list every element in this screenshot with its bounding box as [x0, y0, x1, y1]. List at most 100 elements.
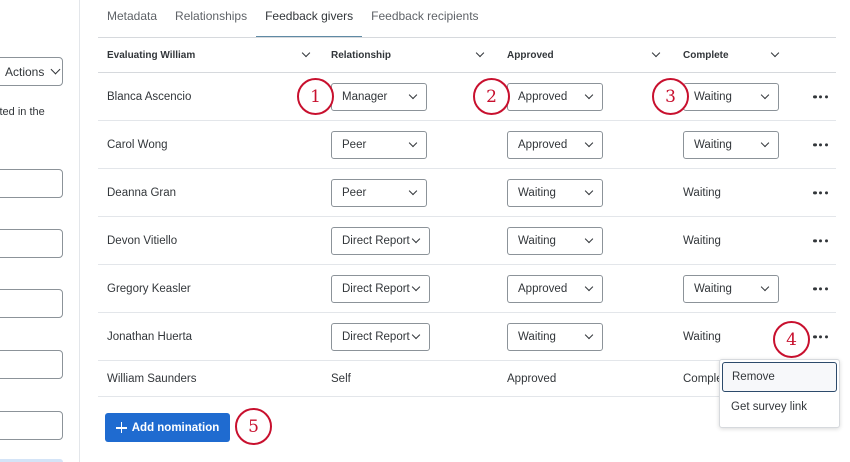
approved-value: Approved	[518, 138, 568, 151]
callout-marker: 4	[773, 321, 810, 358]
complete-value: Waiting	[694, 282, 732, 295]
evaluator-name-value: Deanna Gran	[107, 186, 177, 199]
column-header-evaluator[interactable]: Evaluating William	[107, 48, 311, 61]
chevron-down-icon	[475, 48, 485, 58]
approved-select[interactable]: Waiting	[507, 226, 603, 255]
tab-relationships[interactable]: Relationships	[166, 0, 256, 37]
complete-cell: Waiting	[683, 73, 779, 120]
evaluator-name-value: Carol Wong	[107, 138, 168, 151]
approved-value: Approved	[518, 282, 568, 295]
relationship-select[interactable]: Peer	[331, 178, 427, 207]
relationship-value: Self	[331, 372, 351, 385]
more-options-icon[interactable]	[809, 139, 832, 150]
approved-cell: Approved	[507, 73, 603, 120]
menu-item-get-survey-link[interactable]: Get survey link	[722, 392, 837, 422]
left-input-field[interactable]	[0, 169, 63, 198]
left-panel-text: cted in the	[0, 106, 45, 118]
complete-select[interactable]: Waiting	[683, 82, 779, 111]
complete-value: Waiting	[694, 90, 732, 103]
chevron-down-icon	[411, 234, 421, 243]
approved-value: Approved	[507, 372, 557, 385]
add-nomination-label: Add nomination	[131, 421, 220, 434]
chevron-down-icon	[411, 330, 421, 339]
left-input-field[interactable]	[0, 289, 63, 318]
more-options-icon[interactable]	[809, 235, 832, 246]
table-row: Devon Vitiello Direct Report Waiting Waitin…	[98, 217, 836, 265]
approved-select[interactable]: Waiting	[507, 178, 603, 207]
evaluator-name-cell: Jonathan Huerta	[107, 313, 192, 360]
chevron-down-icon	[408, 90, 418, 99]
approved-select[interactable]: Approved	[507, 274, 603, 303]
relationship-cell: Direct Report	[331, 217, 430, 264]
more-options-icon[interactable]	[809, 91, 832, 102]
chevron-down-icon	[50, 64, 61, 75]
approved-value: Approved	[518, 90, 568, 103]
callout-marker: 3	[652, 78, 689, 115]
callout-marker: 2	[473, 78, 510, 115]
evaluator-name-value: William Saunders	[107, 372, 197, 385]
chevron-down-icon	[411, 282, 421, 291]
column-header-complete[interactable]: Complete	[683, 48, 780, 61]
complete-cell: Waiting	[683, 313, 721, 360]
actions-dropdown[interactable]: Actions	[0, 57, 63, 86]
relationship-select[interactable]: Direct Report	[331, 322, 430, 351]
complete-cell: Waiting	[683, 121, 779, 168]
evaluator-name-cell: Devon Vitiello	[107, 217, 177, 264]
more-options-icon[interactable]	[809, 187, 832, 198]
chevron-down-icon	[584, 138, 594, 147]
approved-cell: Waiting	[507, 169, 603, 216]
actions-label: Actions	[5, 64, 45, 79]
table-body: Blanca Ascencio Manager Approved Waiting Car…	[98, 73, 836, 397]
chevron-down-icon	[584, 282, 594, 291]
relationship-value: Direct Report	[342, 282, 410, 295]
left-input-field[interactable]	[0, 350, 63, 379]
left-input-field[interactable]	[0, 411, 63, 440]
complete-cell: Waiting	[683, 217, 721, 264]
evaluator-name-value: Gregory Keasler	[107, 282, 191, 295]
relationship-value: Manager	[342, 90, 388, 103]
complete-select[interactable]: Waiting	[683, 274, 779, 303]
tab-metadata[interactable]: Metadata	[98, 0, 166, 37]
tab-feedback-givers[interactable]: Feedback givers	[256, 0, 363, 37]
complete-value: Waiting	[683, 186, 721, 199]
chevron-down-icon	[584, 90, 594, 99]
relationship-select[interactable]: Direct Report	[331, 226, 430, 255]
tab-feedback-recipients[interactable]: Feedback recipients	[362, 0, 487, 37]
approved-cell: Approved	[507, 361, 556, 396]
relationship-cell: Peer	[331, 121, 427, 168]
table-row: Gregory Keasler Direct Report Approved Wait…	[98, 265, 836, 313]
relationship-cell: Direct Report	[331, 313, 430, 360]
approved-cell: Approved	[507, 121, 603, 168]
relationship-select[interactable]: Direct Report	[331, 274, 430, 303]
approved-value: Waiting	[518, 186, 556, 199]
feedback-givers-table: Evaluating William Relationship Approved…	[98, 37, 836, 397]
relationship-cell: Manager	[331, 73, 427, 120]
approved-cell: Waiting	[507, 217, 603, 264]
table-row: Deanna Gran Peer Waiting Waiting	[98, 169, 836, 217]
evaluator-name-cell: Deanna Gran	[107, 169, 176, 216]
more-options-icon[interactable]	[809, 331, 832, 342]
complete-select[interactable]: Waiting	[683, 130, 779, 159]
approved-cell: Approved	[507, 265, 603, 312]
evaluator-name-value: Jonathan Huerta	[107, 330, 193, 343]
column-header-relationship[interactable]: Relationship	[331, 48, 485, 61]
approved-value: Waiting	[518, 330, 556, 343]
column-header-approved[interactable]: Approved	[507, 48, 661, 61]
menu-item-remove[interactable]: Remove	[722, 362, 837, 392]
add-nomination-button[interactable]: Add nomination	[105, 413, 230, 442]
approved-select[interactable]: Approved	[507, 130, 603, 159]
evaluator-name-cell: Blanca Ascencio	[107, 73, 191, 120]
approved-select[interactable]: Waiting	[507, 322, 603, 351]
approved-select[interactable]: Approved	[507, 82, 603, 111]
relationship-select[interactable]: Peer	[331, 130, 427, 159]
more-options-icon[interactable]	[809, 283, 832, 294]
table-row: Jonathan Huerta Direct Report Waiting Waiti…	[98, 313, 836, 361]
relationship-select[interactable]: Manager	[331, 82, 427, 111]
evaluator-name-cell: Gregory Keasler	[107, 265, 191, 312]
relationship-value: Direct Report	[342, 330, 410, 343]
evaluator-name-cell: William Saunders	[107, 361, 196, 396]
chevron-down-icon	[760, 282, 770, 291]
left-input-field[interactable]	[0, 229, 63, 258]
chevron-down-icon	[584, 330, 594, 339]
chevron-down-icon	[770, 48, 780, 58]
